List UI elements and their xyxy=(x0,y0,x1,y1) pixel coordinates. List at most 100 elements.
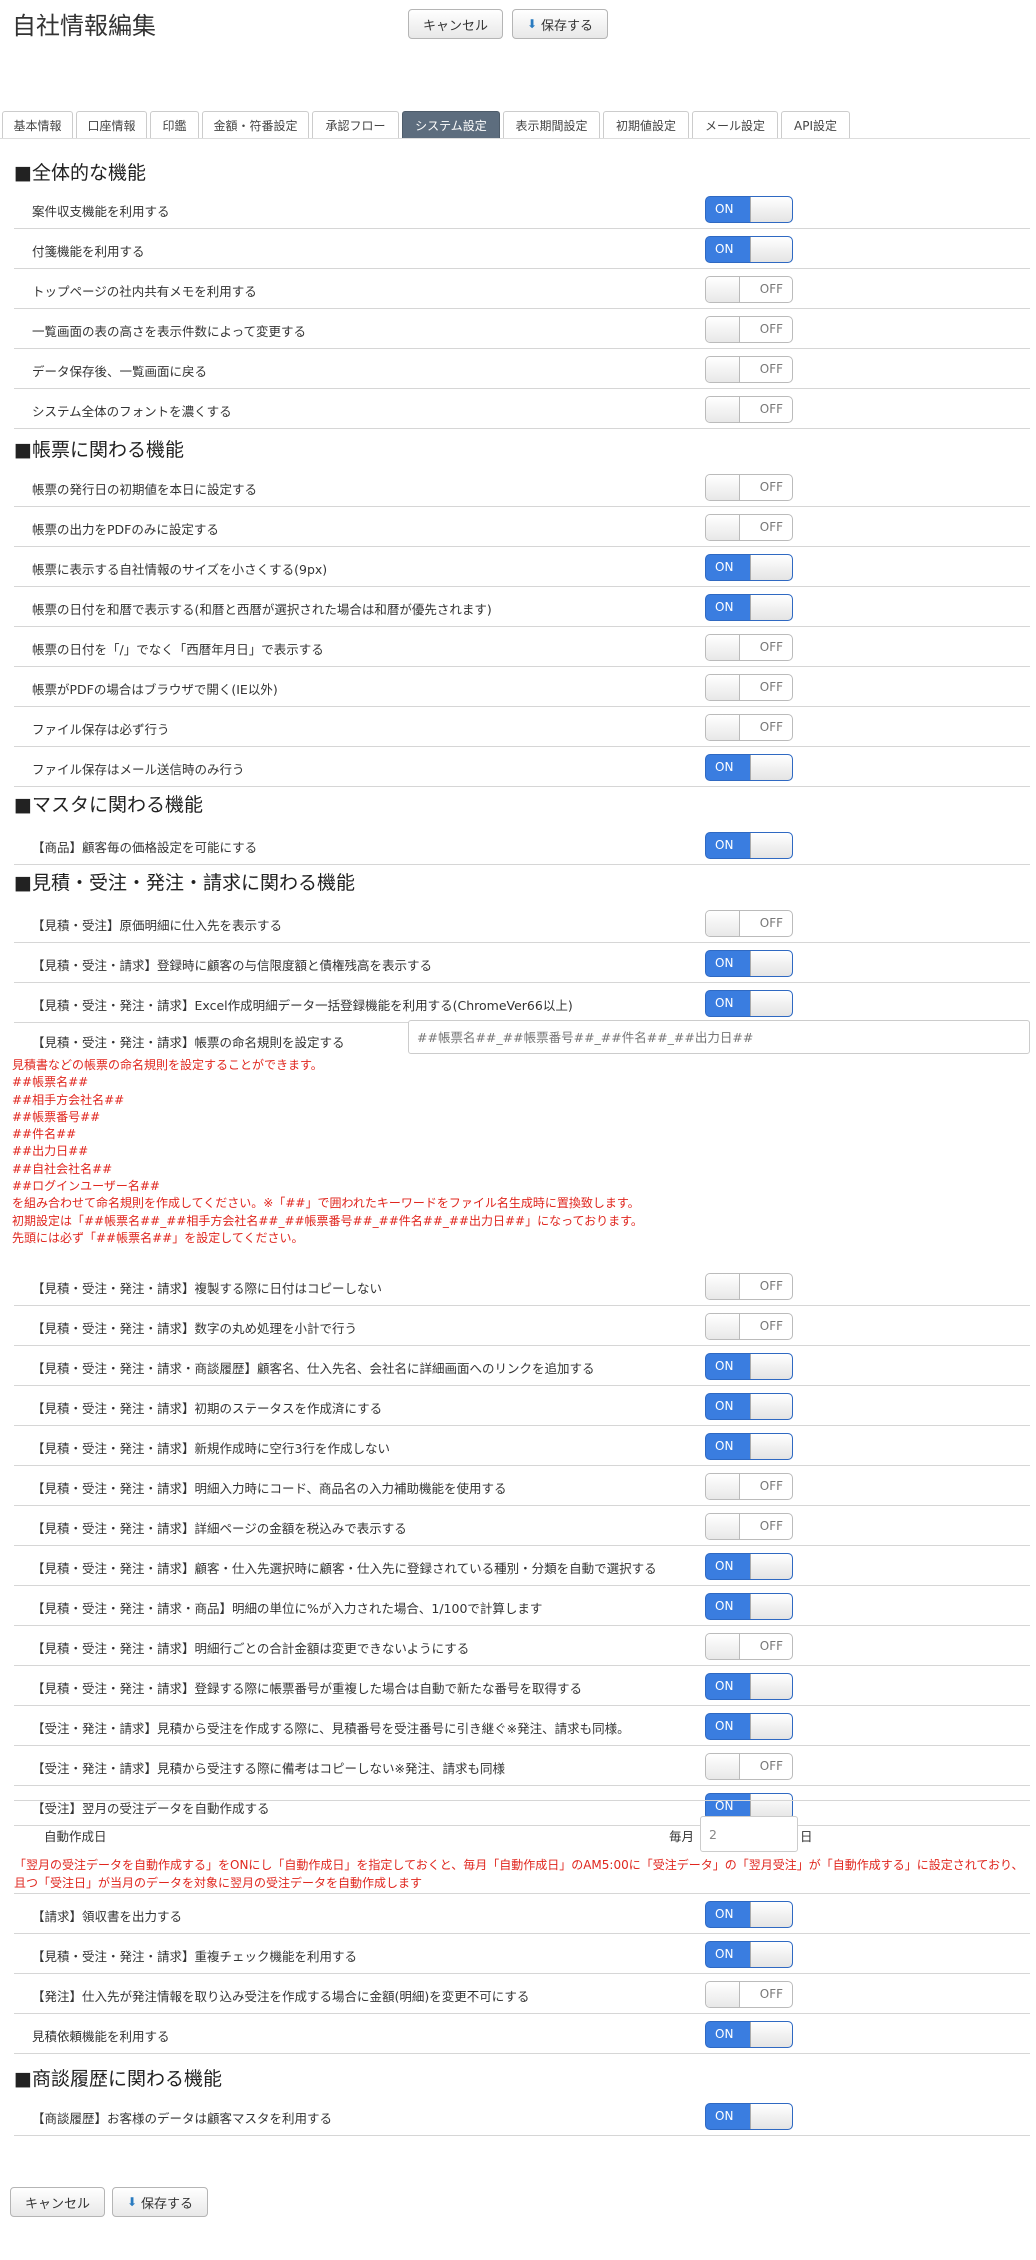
setting-label: 帳票の日付を和暦で表示する(和暦と西暦が選択された場合は和暦が優先されます) xyxy=(32,602,492,617)
toggle-switch[interactable]: OFF xyxy=(705,356,793,383)
toggle-knob xyxy=(706,1474,740,1499)
toggle-switch[interactable]: ON xyxy=(705,1393,793,1420)
toggle-state: OFF xyxy=(759,1319,783,1333)
toggle-switch[interactable]: OFF xyxy=(705,1633,793,1660)
toggle-switch[interactable]: ON xyxy=(705,2021,793,2048)
toggle-knob xyxy=(706,1982,740,2007)
toggle-switch[interactable]: ON xyxy=(705,1433,793,1460)
toggle-state: ON xyxy=(715,2027,734,2041)
toggle-switch[interactable]: OFF xyxy=(705,634,793,661)
toggle-switch[interactable]: OFF xyxy=(705,1753,793,1780)
toggle-switch[interactable]: OFF xyxy=(705,674,793,701)
tab-basic-info[interactable]: 基本情報 xyxy=(2,111,73,138)
toggle-switch[interactable]: ON xyxy=(705,2103,793,2130)
toggle-switch[interactable]: OFF xyxy=(705,1981,793,2008)
toggle-switch[interactable]: ON xyxy=(705,594,793,621)
toggle-switch[interactable]: ON xyxy=(705,196,793,223)
toggle-switch[interactable]: OFF xyxy=(705,714,793,741)
setting-row: 【商品】顧客毎の価格設定を可能にする ON xyxy=(14,825,1030,865)
toggle-switch[interactable]: OFF xyxy=(705,1513,793,1540)
toggle-state: ON xyxy=(715,1599,734,1613)
tabs-divider xyxy=(0,138,1030,139)
toggle-state: OFF xyxy=(759,1987,783,2001)
toggle-switch[interactable]: ON xyxy=(705,754,793,781)
cancel-button[interactable]: キャンセル xyxy=(10,2187,105,2217)
section-heading: ■商談履歴に関わる機能 xyxy=(14,2068,222,2090)
tab-seal[interactable]: 印鑑 xyxy=(150,111,199,138)
toggle-switch[interactable]: ON xyxy=(705,1901,793,1928)
toggle-switch[interactable]: OFF xyxy=(705,514,793,541)
toggle-state: OFF xyxy=(759,520,783,534)
toggle-state: ON xyxy=(715,242,734,256)
setting-row: 【請求】領収書を出力する ON xyxy=(14,1894,1030,1934)
download-icon: ⬇ xyxy=(526,17,538,31)
toggle-knob xyxy=(750,1674,792,1699)
tab-api-settings[interactable]: API設定 xyxy=(781,111,850,138)
toggle-state: ON xyxy=(715,996,734,1010)
divider xyxy=(14,1893,1030,1894)
setting-row: 見積依頼機能を利用する ON xyxy=(14,2014,1030,2054)
toggle-switch[interactable]: ON xyxy=(705,1713,793,1740)
tab-approval-flow[interactable]: 承認フロー xyxy=(312,111,399,138)
naming-rule-input[interactable] xyxy=(408,1020,1030,1054)
toggle-knob xyxy=(750,991,792,1016)
toggle-switch[interactable]: ON xyxy=(705,236,793,263)
setting-label: 【受注・発注・請求】見積から受注を作成する際に、見積番号を受注番号に引き継ぐ※発… xyxy=(32,1721,630,1736)
toggle-state: OFF xyxy=(759,680,783,694)
toggle-switch[interactable]: ON xyxy=(705,1553,793,1580)
tab-initial-values[interactable]: 初期値設定 xyxy=(603,111,689,138)
setting-row: ファイル保存はメール送信時のみ行う ON xyxy=(14,747,1030,787)
auto-create-day-input[interactable] xyxy=(700,1816,798,1852)
toggle-switch[interactable]: OFF xyxy=(705,910,793,937)
setting-label: ファイル保存は必ず行う xyxy=(32,722,170,737)
toggle-switch[interactable]: ON xyxy=(705,990,793,1017)
toggle-switch[interactable]: ON xyxy=(705,554,793,581)
toggle-switch[interactable]: OFF xyxy=(705,396,793,423)
toggle-switch[interactable]: OFF xyxy=(705,1313,793,1340)
setting-label: 【見積・受注・発注・請求】詳細ページの金額を税込みで表示する xyxy=(32,1521,407,1536)
setting-row: 【受注】翌月の受注データを自動作成する ON xyxy=(14,1786,1030,1826)
toggle-switch[interactable]: OFF xyxy=(705,1273,793,1300)
toggle-switch[interactable]: OFF xyxy=(705,474,793,501)
tab-mail-settings[interactable]: メール設定 xyxy=(692,111,778,138)
save-button[interactable]: ⬇ 保存する xyxy=(512,9,608,39)
toggle-knob xyxy=(750,1554,792,1579)
toggle-state: ON xyxy=(715,1947,734,1961)
setting-row: 【見積・受注・発注・請求】新規作成時に空行3行を作成しない ON xyxy=(14,1426,1030,1466)
page-title: 自社情報編集 xyxy=(12,12,156,40)
setting-row: 【見積・受注・発注・請求】Excel作成明細データ一括登録機能を利用する(Chr… xyxy=(14,983,1030,1023)
toggle-knob xyxy=(750,1714,792,1739)
toggle-switch[interactable]: ON xyxy=(705,1941,793,1968)
save-label: 保存する xyxy=(141,2196,194,2212)
tab-system-settings[interactable]: システム設定 xyxy=(402,111,500,138)
setting-label: 【見積・受注・発注・請求・商品】明細の単位に%が入力された場合、1/100で計算… xyxy=(32,1601,543,1616)
toggle-switch[interactable]: ON xyxy=(705,1353,793,1380)
setting-label: 【見積・受注・発注・請求】Excel作成明細データ一括登録機能を利用する(Chr… xyxy=(32,998,573,1013)
toggle-switch[interactable]: ON xyxy=(705,1673,793,1700)
toggle-switch[interactable]: OFF xyxy=(705,276,793,303)
tab-display-period[interactable]: 表示期間設定 xyxy=(503,111,600,138)
setting-row: 【見積・受注・発注・請求】詳細ページの金額を税込みで表示する OFF xyxy=(14,1506,1030,1546)
tab-account-info[interactable]: 口座情報 xyxy=(76,111,147,138)
setting-row: 【受注・発注・請求】見積から受注を作成する際に、見積番号を受注番号に引き継ぐ※発… xyxy=(14,1706,1030,1746)
toggle-knob xyxy=(706,1514,740,1539)
setting-label: 【受注・発注・請求】見積から受注する際に備考はコピーしない※発注、請求も同様 xyxy=(32,1761,505,1776)
auto-create-note: 「翌月の受注データを自動作成する」をONにし「自動作成日」を指定しておくと、毎月… xyxy=(14,1858,1024,1890)
setting-label: 帳票の発行日の初期値を本日に設定する xyxy=(32,482,258,497)
toggle-switch[interactable]: ON xyxy=(705,950,793,977)
toggle-state: OFF xyxy=(759,362,783,376)
setting-row: 帳票の出力をPDFのみに設定する OFF xyxy=(14,507,1030,547)
toggle-state: ON xyxy=(715,760,734,774)
setting-row: 案件収支機能を利用する ON xyxy=(14,189,1030,229)
toggle-state: ON xyxy=(715,838,734,852)
toggle-knob xyxy=(750,755,792,780)
setting-label: 【見積・受注・発注・請求】重複チェック機能を利用する xyxy=(32,1949,358,1964)
toggle-switch[interactable]: ON xyxy=(705,1593,793,1620)
toggle-switch[interactable]: OFF xyxy=(705,1473,793,1500)
cancel-button[interactable]: キャンセル xyxy=(408,9,503,39)
toggle-switch[interactable]: ON xyxy=(705,832,793,859)
save-button[interactable]: ⬇ 保存する xyxy=(112,2187,208,2217)
setting-row: 【見積・受注・発注・請求】重複チェック機能を利用する ON xyxy=(14,1934,1030,1974)
toggle-switch[interactable]: OFF xyxy=(705,316,793,343)
tab-amount-numbering[interactable]: 金額・符番設定 xyxy=(202,111,309,138)
